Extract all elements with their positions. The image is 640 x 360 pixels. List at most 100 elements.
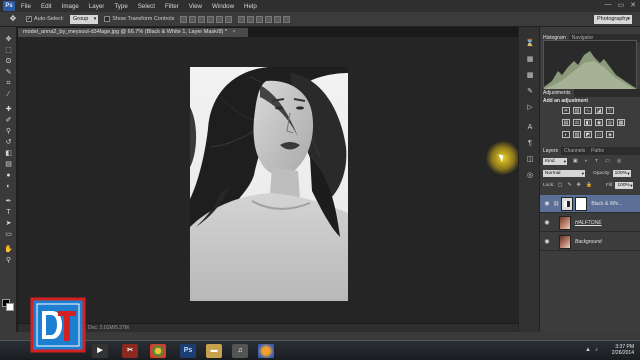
healing-brush-tool-icon[interactable]: ✚ [3, 105, 14, 114]
eye-icon[interactable]: ◉ [543, 200, 551, 207]
hand-tool-icon[interactable]: ✋ [3, 245, 14, 254]
layer-filter-kind-dropdown[interactable]: Kind [543, 158, 567, 165]
align-right-icon[interactable] [225, 15, 233, 23]
firefox-icon[interactable] [258, 344, 274, 358]
tab-paths[interactable]: Paths [588, 147, 607, 155]
workspace-dropdown[interactable]: Photography [594, 15, 632, 24]
history-icon[interactable]: ⌛ [525, 39, 535, 48]
color-lookup-icon[interactable]: ▦ [617, 119, 625, 126]
channels-icon[interactable]: ◎ [525, 171, 535, 180]
photo-filter-icon[interactable]: ◉ [595, 119, 603, 126]
move-tool-icon[interactable]: ✥ [6, 14, 20, 24]
media-player-icon[interactable]: ▶ [92, 344, 108, 358]
opacity-input[interactable]: 100% [612, 170, 631, 177]
close-icon[interactable]: ✕ [630, 1, 636, 9]
menu-select[interactable]: Select [138, 3, 155, 10]
invert-icon[interactable]: ◐ [562, 131, 570, 138]
background-color-swatch[interactable] [6, 303, 14, 311]
folder-icon[interactable]: ▬ [206, 344, 222, 358]
fill-input[interactable]: 100% [615, 182, 634, 189]
character-icon[interactable]: A [525, 123, 535, 132]
volume-icon[interactable]: ♪ [595, 347, 598, 353]
document-tab[interactable]: model_anna2_by_meysoul-d34lage.jpg @ 66.… [18, 28, 248, 37]
vibrance-icon[interactable]: ▽ [606, 107, 614, 114]
menu-window[interactable]: Window [212, 3, 234, 10]
properties-icon[interactable]: ▦ [525, 55, 535, 64]
tab-adjustments[interactable]: Adjustments [540, 89, 574, 97]
align-top-icon[interactable] [180, 15, 188, 23]
document-image[interactable] [190, 67, 348, 301]
menu-layer[interactable]: Layer [89, 3, 104, 10]
blend-mode-dropdown[interactable]: Normal [543, 170, 585, 177]
auto-select-target-dropdown[interactable]: Group [69, 14, 99, 24]
levels-icon[interactable]: ▥ [573, 107, 581, 114]
lasso-tool-icon[interactable]: ʘ [3, 57, 14, 66]
brush-preset-icon[interactable]: ✎ [525, 87, 535, 96]
hue-saturation-icon[interactable]: ▤ [562, 119, 570, 126]
color-balance-icon[interactable]: ⚖ [573, 119, 581, 126]
tab-layers[interactable]: Layers [540, 147, 562, 155]
history-brush-tool-icon[interactable]: ↺ [3, 138, 14, 147]
distribute-middle-icon[interactable] [247, 15, 255, 23]
photoshop-icon[interactable]: Ps [180, 344, 196, 358]
maximize-icon[interactable]: ▭ [618, 1, 625, 9]
channel-mixer-icon[interactable]: ◎ [606, 119, 614, 126]
crop-tool-icon[interactable]: ⌗ [3, 79, 14, 88]
chrome-icon[interactable] [150, 344, 166, 358]
distribute-bottom-icon[interactable] [256, 15, 264, 23]
zoom-tool-icon[interactable]: ⚲ [3, 256, 14, 265]
pen-tool-icon[interactable]: ✒ [3, 197, 14, 206]
layer-thumbnail[interactable] [559, 234, 571, 249]
tools-icon[interactable]: ✂ [122, 344, 138, 358]
path-select-tool-icon[interactable]: ➤ [3, 219, 14, 228]
black-white-icon[interactable]: ◧ [584, 119, 592, 126]
layer-filter-icons[interactable]: ▣ ◐ T ▭ ◎ [573, 159, 624, 164]
posterize-icon[interactable]: ▨ [573, 131, 581, 138]
exposure-icon[interactable]: ◪ [595, 107, 603, 114]
type-tool-icon[interactable]: T [3, 208, 14, 217]
menu-view[interactable]: View [189, 3, 202, 10]
layer-row-halftone[interactable]: ◉ HALFTONE [540, 214, 640, 232]
menu-type[interactable]: Type [114, 3, 127, 10]
swatches-icon[interactable]: ▩ [525, 71, 535, 80]
minimize-icon[interactable]: — [605, 1, 612, 9]
selective-color-icon[interactable]: ◈ [606, 131, 614, 138]
auto-select-checkbox[interactable]: ✓ Auto-Select: [26, 16, 64, 22]
layer-row-black-white[interactable]: ◉ ⛓ Black & Whi... [540, 195, 640, 213]
actions-icon[interactable]: ▷ [525, 103, 535, 112]
distribute-left-icon[interactable] [265, 15, 273, 23]
distribute-top-icon[interactable] [238, 15, 246, 23]
media-icon[interactable]: ♫ [232, 344, 248, 358]
gradient-map-icon[interactable]: ▭ [595, 131, 603, 138]
distribute-center-icon[interactable] [274, 15, 282, 23]
layers-icon[interactable]: ◫ [525, 155, 535, 164]
distribute-right-icon[interactable] [283, 15, 291, 23]
brightness-contrast-icon[interactable]: ☀ [562, 107, 570, 114]
dodge-tool-icon[interactable]: ◐ [3, 182, 14, 191]
paragraph-icon[interactable]: ¶ [525, 139, 535, 148]
align-middle-icon[interactable] [189, 15, 197, 23]
adjustment-thumbnail[interactable] [561, 196, 574, 211]
menu-file[interactable]: File [21, 3, 31, 10]
eye-icon[interactable]: ◉ [543, 219, 551, 226]
align-bottom-icon[interactable] [198, 15, 206, 23]
transform-controls-checkbox[interactable]: Show Transform Controls [104, 16, 174, 22]
menu-filter[interactable]: Filter [165, 3, 179, 10]
layer-thumbnail[interactable] [559, 215, 571, 230]
network-icon[interactable]: ▲ [585, 347, 591, 353]
clock[interactable]: 3:37 PM 2/26/2014 [612, 344, 634, 356]
clone-stamp-tool-icon[interactable]: ⚲ [3, 127, 14, 136]
eraser-tool-icon[interactable]: ◧ [3, 149, 14, 158]
gradient-tool-icon[interactable]: ▤ [3, 160, 14, 169]
threshold-icon[interactable]: ◩ [584, 131, 592, 138]
move-tool-icon[interactable]: ✥ [3, 35, 14, 44]
eye-icon[interactable]: ◉ [543, 238, 551, 245]
tab-channels[interactable]: Channels [561, 147, 588, 155]
shape-tool-icon[interactable]: ▭ [3, 230, 14, 239]
menu-help[interactable]: Help [244, 3, 257, 10]
blur-tool-icon[interactable]: ● [3, 171, 14, 180]
close-icon[interactable]: × [233, 29, 236, 35]
quick-select-tool-icon[interactable]: ✎ [3, 68, 14, 77]
align-left-icon[interactable] [207, 15, 215, 23]
curves-icon[interactable]: ∿ [584, 107, 592, 114]
